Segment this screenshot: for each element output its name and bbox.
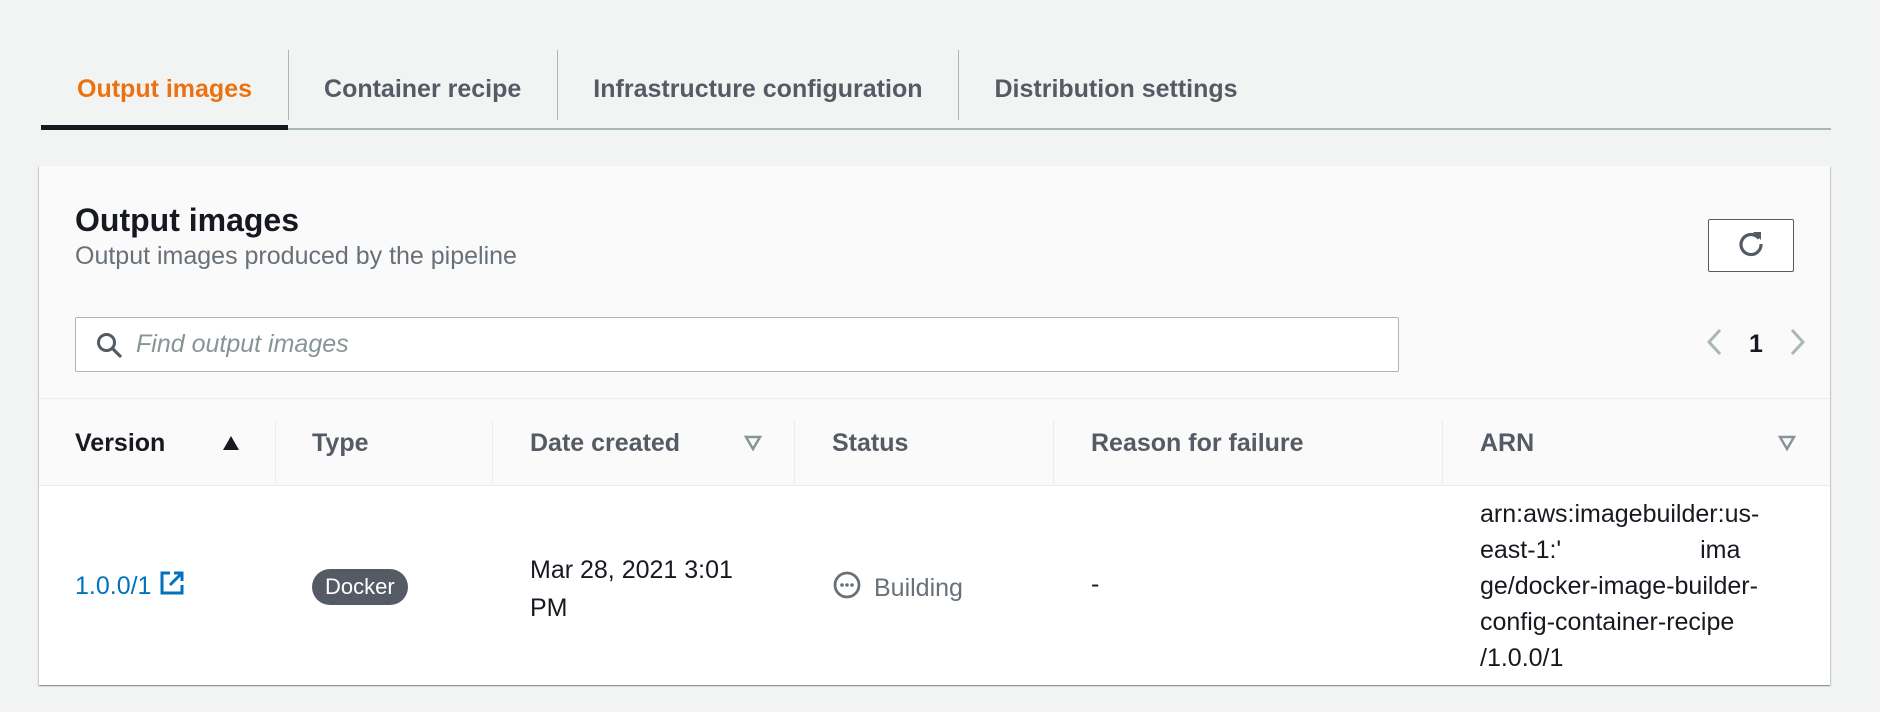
version-link[interactable]: 1.0.0/1 <box>75 570 185 603</box>
column-label: Reason for failure <box>1091 428 1304 457</box>
tab-output-images[interactable]: Output images <box>41 50 289 130</box>
cell-version: 1.0.0/1 <box>75 570 185 603</box>
tab-label: Container recipe <box>324 74 522 103</box>
chevron-right-icon <box>1788 327 1808 362</box>
column-header-status: Status <box>832 399 908 487</box>
tab-infrastructure-configuration[interactable]: Infrastructure configuration <box>557 50 958 128</box>
cell-arn: arn:aws:imagebuilder:us- east-1:' ima ge… <box>1480 496 1790 676</box>
previous-page-button[interactable] <box>1699 326 1729 362</box>
arn-line: east-1:' ima <box>1480 536 1741 564</box>
table-header-row: Version Type Date created Status Reason … <box>39 398 1830 486</box>
tab-label: Infrastructure configuration <box>593 74 923 103</box>
external-link-icon <box>159 570 185 603</box>
arn-line: config-container-recipe <box>1480 608 1735 636</box>
panel-title: Output images <box>75 202 300 238</box>
cell-reason-for-failure: - <box>1091 570 1100 598</box>
next-page-button[interactable] <box>1783 326 1813 362</box>
date-created-line: PM <box>530 594 568 622</box>
tab-distribution-settings[interactable]: Distribution settings <box>958 50 1273 128</box>
in-progress-icon <box>832 570 862 607</box>
status-text: Building <box>874 574 963 602</box>
type-badge: Docker <box>312 569 408 605</box>
column-divider <box>1053 420 1054 484</box>
search-icon <box>94 330 124 360</box>
column-label: Type <box>312 428 369 457</box>
date-created-line: Mar 28, 2021 3:01 <box>530 556 733 584</box>
column-label: Version <box>75 428 166 457</box>
refresh-button[interactable] <box>1708 219 1794 272</box>
column-label: Date created <box>530 428 681 457</box>
tab-container-recipe[interactable]: Container recipe <box>288 50 557 128</box>
tab-bar: Output images Container recipe Infrastru… <box>41 50 1831 130</box>
column-header-date-created[interactable]: Date created <box>530 399 680 487</box>
table-body: 1.0.0/1 Docker Mar 28, 2021 3:01 PM Buil… <box>39 486 1830 685</box>
arn-line: arn:aws:imagebuilder:us- <box>1480 500 1760 528</box>
sort-descending-icon[interactable] <box>744 399 762 487</box>
sort-ascending-icon[interactable] <box>222 399 240 487</box>
output-images-panel: Output images Output images produced by … <box>39 166 1830 685</box>
column-header-reason-for-failure: Reason for failure <box>1091 399 1304 487</box>
column-label: Status <box>832 428 909 457</box>
arn-line: ge/docker-image-builder- <box>1480 572 1758 600</box>
arn-line: /1.0.0/1 <box>1480 644 1564 672</box>
cell-status: Building <box>832 570 963 607</box>
panel-description: Output images produced by the pipeline <box>75 242 517 270</box>
column-header-version[interactable]: Version <box>75 399 165 487</box>
column-label: ARN <box>1480 428 1535 457</box>
column-divider <box>1442 420 1443 484</box>
sort-descending-icon[interactable] <box>1778 399 1796 487</box>
current-page-number[interactable]: 1 <box>1749 330 1763 359</box>
tab-label: Output images <box>77 74 253 103</box>
chevron-left-icon <box>1704 327 1724 362</box>
cell-date-created: Mar 28, 2021 3:01 PM <box>530 551 733 627</box>
refresh-icon <box>1736 229 1766 262</box>
column-divider <box>794 420 795 484</box>
column-divider <box>275 420 276 484</box>
column-divider <box>492 420 493 484</box>
column-header-arn[interactable]: ARN <box>1480 399 1534 487</box>
version-text: 1.0.0/1 <box>75 572 152 600</box>
pagination: 1 <box>1699 326 1813 362</box>
tab-label: Distribution settings <box>994 74 1238 103</box>
column-header-type: Type <box>312 399 369 487</box>
cell-type: Docker <box>312 569 408 605</box>
search-input[interactable] <box>136 330 1386 359</box>
search-field[interactable] <box>75 317 1399 372</box>
